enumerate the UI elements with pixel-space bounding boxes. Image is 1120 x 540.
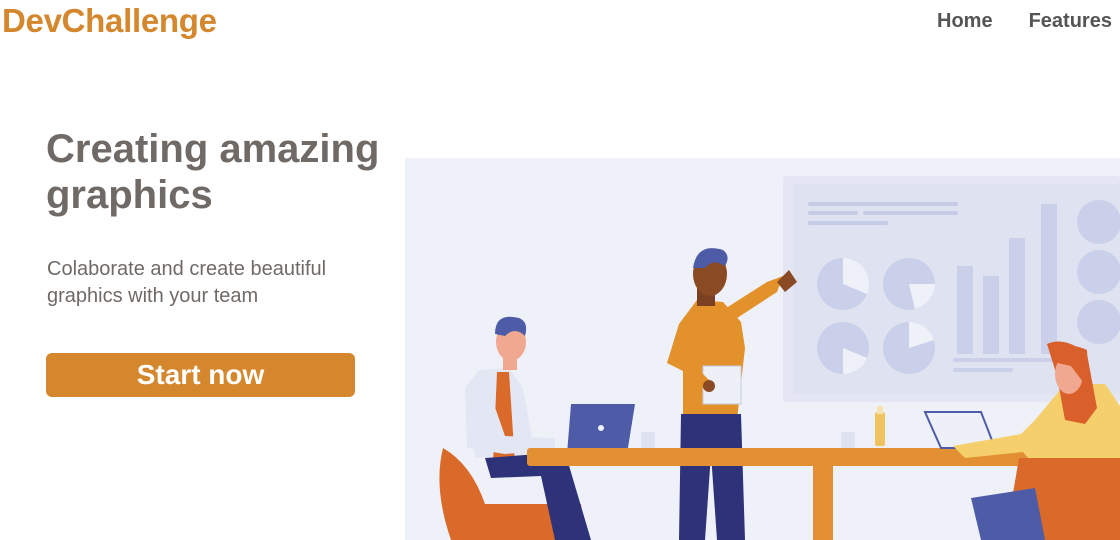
- hero-subtitle: Colaborate and create beautiful graphics…: [47, 258, 327, 307]
- start-now-button[interactable]: Start now: [46, 353, 355, 397]
- team-meeting-illustration: [405, 158, 1120, 540]
- brand-logo[interactable]: DevChallenge: [2, 2, 217, 40]
- main-nav: Home Features: [937, 10, 1112, 33]
- hero-title: Creating amazing graphics: [46, 127, 380, 217]
- nav-features[interactable]: Features: [1029, 10, 1112, 33]
- nav-home[interactable]: Home: [937, 10, 993, 33]
